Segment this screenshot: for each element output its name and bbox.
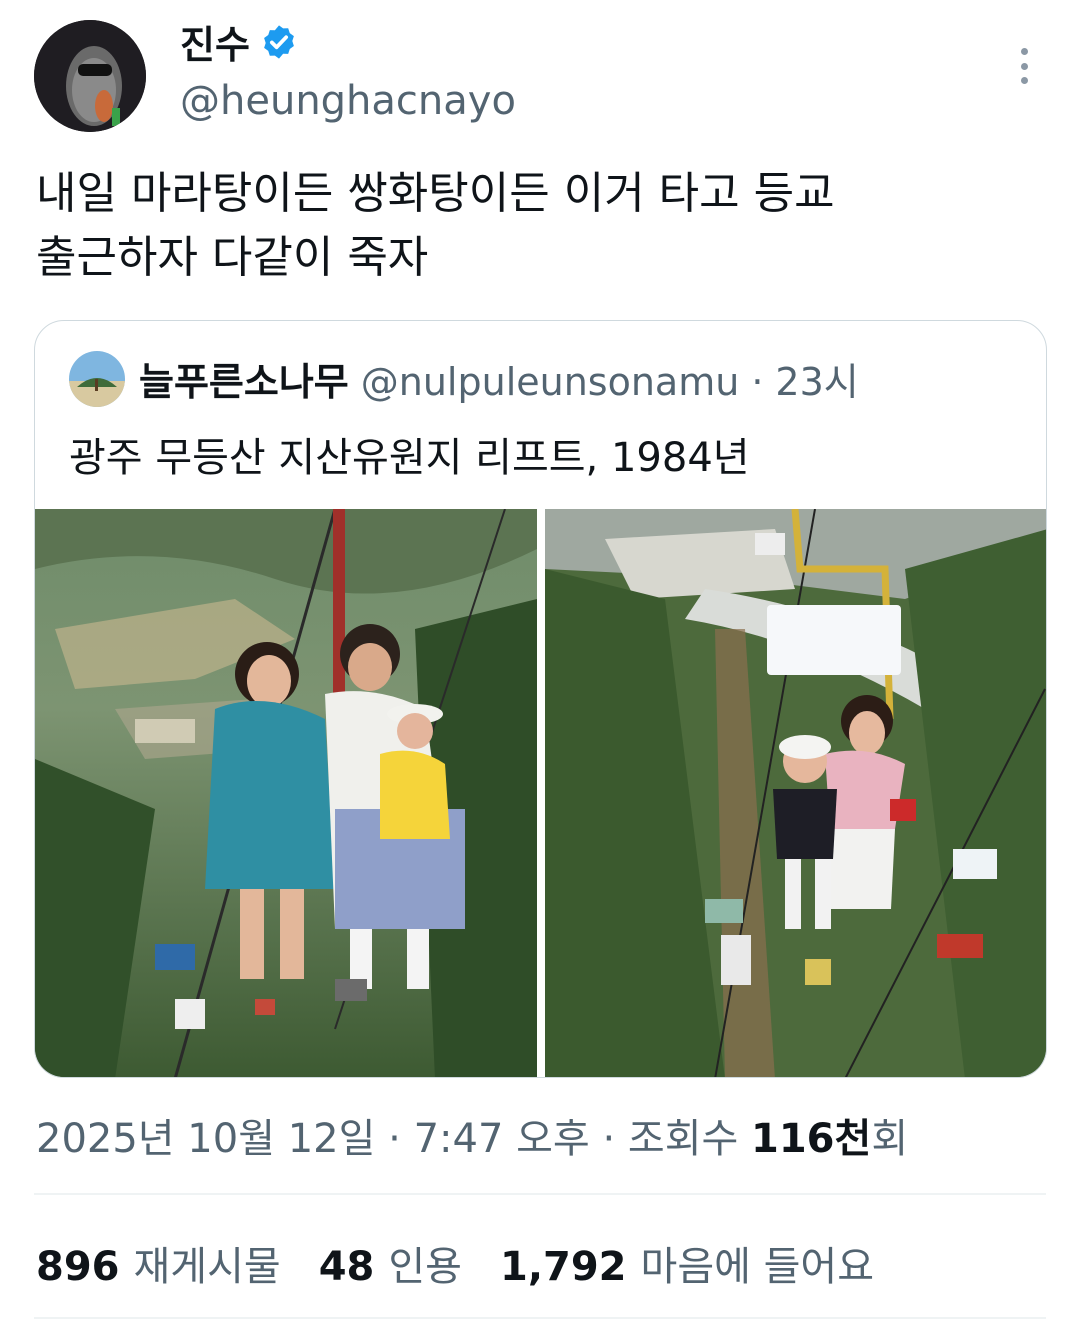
quoted-tweet-card[interactable]: 늘푸른소나무 @nulpuleunsonamu · 23시 광주 무등산 지산유… (34, 320, 1047, 1078)
tweet-meta: 2025년 10월 12일 · 7:47 오후 · 조회수 116천회 (36, 1106, 908, 1164)
author-name-row: 진수 (180, 14, 298, 69)
quotes-count: 48 (318, 1244, 375, 1290)
tweet-date[interactable]: 2025년 10월 12일 (36, 1116, 375, 1162)
views-count: 116천 (751, 1116, 872, 1162)
divider (34, 1317, 1046, 1319)
author-avatar[interactable] (34, 20, 146, 132)
meta-separator: · (602, 1116, 616, 1162)
quoted-separator: · (751, 360, 764, 404)
quoted-avatar-image (69, 351, 125, 407)
chairlift-photo-image (35, 509, 537, 1077)
quoted-author-name[interactable]: 늘푸른소나무 (139, 351, 349, 406)
author-name[interactable]: 진수 (180, 14, 250, 69)
reposts-label: 재게시물 (133, 1244, 281, 1290)
views-label: 조회수 (627, 1116, 739, 1162)
likes-label: 마음에 들어요 (640, 1244, 875, 1290)
meta-separator: · (388, 1116, 401, 1162)
tweet-text: 내일 마라탕이든 쌍화탕이든 이거 타고 등교 출근하자 다같이 죽자 (36, 162, 1046, 290)
chairlift-photo-image (545, 509, 1046, 1077)
quoted-header: 늘푸른소나무 @nulpuleunsonamu · 23시 (139, 351, 859, 406)
author-handle[interactable]: @heunghacnayo (180, 78, 516, 124)
quoted-photo-2[interactable] (545, 509, 1046, 1077)
tweet-time[interactable]: 7:47 오후 (414, 1116, 590, 1162)
quoted-author-handle[interactable]: @nulpuleunsonamu (361, 360, 740, 404)
more-options-icon[interactable] (1010, 44, 1038, 88)
quoted-author-avatar[interactable] (69, 351, 125, 407)
quoted-photo-1[interactable] (35, 509, 537, 1077)
tweet-stats: 896 재게시물 48 인용 1,792 마음에 들어요 (36, 1234, 874, 1292)
reposts-stat[interactable]: 896 재게시물 (36, 1234, 281, 1292)
tweet-text-line: 내일 마라탕이든 쌍화탕이든 이거 타고 등교 (36, 168, 835, 219)
avatar-image (34, 20, 146, 132)
quotes-label: 인용 (388, 1244, 462, 1290)
divider (34, 1193, 1046, 1195)
reposts-count: 896 (36, 1244, 120, 1290)
likes-count: 1,792 (499, 1244, 627, 1290)
tweet-text-line: 출근하자 다같이 죽자 (36, 232, 429, 283)
quoted-time[interactable]: 23시 (775, 351, 858, 406)
quotes-stat[interactable]: 48 인용 (319, 1234, 462, 1292)
verified-badge-icon (264, 24, 294, 59)
views-suffix: 회 (871, 1116, 909, 1162)
quoted-tweet-text: 광주 무등산 지산유원지 리프트, 1984년 (69, 435, 750, 481)
likes-stat[interactable]: 1,792 마음에 들어요 (500, 1234, 874, 1292)
